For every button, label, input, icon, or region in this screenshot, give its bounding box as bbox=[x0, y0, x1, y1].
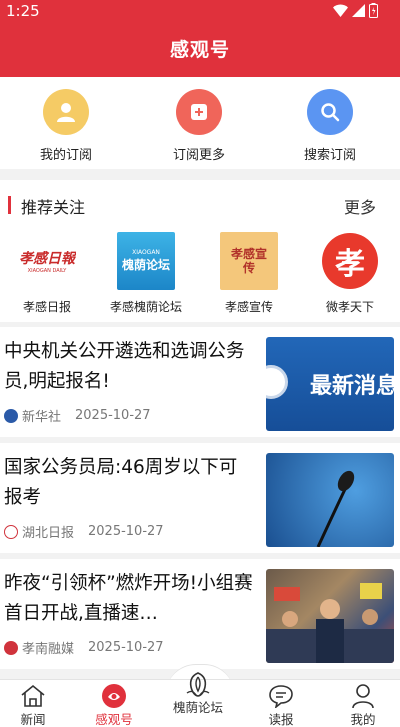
search-subscriptions-label: 搜索订阅 bbox=[303, 148, 356, 163]
bottom-tab-bar: 新闻 感观号 槐荫论坛 读报 我的 bbox=[0, 672, 400, 727]
recommended-account-wei-xiao-tianxia[interactable]: 孝 微孝天下 bbox=[295, 232, 400, 315]
wifi-icon bbox=[333, 4, 348, 17]
tab-read-newspaper[interactable]: 读报 bbox=[241, 680, 321, 727]
newspaper-icon bbox=[241, 680, 321, 708]
news-date: 2025-10-27 bbox=[88, 640, 164, 655]
search-subscriptions-button[interactable]: 搜索订阅 bbox=[275, 89, 385, 163]
news-meta: 湖北日报 2025-10-27 bbox=[4, 522, 164, 541]
account-label: 孝感槐荫论坛 bbox=[109, 300, 182, 314]
tab-label: 新闻 bbox=[20, 712, 46, 727]
recommended-section: 推荐关注 更多 孝感日報 XIAOGAN DAILY 孝感日报 XIAOGAN … bbox=[0, 180, 400, 322]
news-date: 2025-10-27 bbox=[88, 524, 164, 539]
logo-subtext: XIAOGAN DAILY bbox=[27, 268, 67, 274]
account-label: 孝感日报 bbox=[22, 300, 71, 314]
logo-text: 孝感日報 bbox=[19, 251, 75, 267]
account-label: 孝感宣传 bbox=[224, 300, 273, 314]
source-icon bbox=[4, 640, 18, 655]
plus-icon bbox=[176, 89, 222, 135]
status-icons bbox=[333, 3, 378, 18]
status-bar: 1:25 bbox=[0, 0, 400, 24]
battery-icon bbox=[369, 3, 378, 18]
xiaogan-daily-logo: 孝感日報 XIAOGAN DAILY bbox=[18, 232, 76, 290]
forum-icon bbox=[158, 668, 238, 697]
search-icon bbox=[307, 89, 353, 135]
news-item[interactable]: 昨夜“引领杯”燃炸开场!小组赛首日开战,直播速… 孝南融媒 2025-10-27 bbox=[0, 559, 400, 669]
news-headline: 中央机关公开遴选和选调公务员,明起报名! bbox=[4, 341, 245, 392]
crowd-photo bbox=[266, 583, 394, 663]
my-subscriptions-label: 我的订阅 bbox=[39, 148, 92, 163]
news-thumbnail bbox=[266, 453, 394, 547]
section-accent-bar bbox=[8, 196, 11, 214]
news-item[interactable]: 国家公务员局:46周岁以下可报考 湖北日报 2025-10-27 bbox=[0, 443, 400, 553]
tab-label: 感观号 bbox=[95, 712, 133, 727]
more-link[interactable]: 更多 bbox=[344, 194, 376, 218]
thumbnail-text: 最新消息 bbox=[309, 374, 394, 399]
news-source: 湖北日报 bbox=[22, 526, 75, 541]
recommended-title: 推荐关注 bbox=[21, 198, 86, 217]
tab-huaiyin-forum[interactable]: 槐荫论坛 bbox=[158, 672, 238, 727]
signal-icon bbox=[352, 4, 365, 17]
source-icon bbox=[4, 408, 18, 423]
source-icon bbox=[4, 524, 18, 539]
news-thumbnail: 最新消息 bbox=[266, 337, 394, 431]
news-source: 孝南融媒 bbox=[22, 642, 75, 657]
news-item[interactable]: 中央机关公开遴选和选调公务员,明起报名! 新华社 2025-10-27 最新消息 bbox=[0, 327, 400, 437]
news-meta: 新华社 2025-10-27 bbox=[4, 406, 151, 425]
tab-label: 读报 bbox=[268, 712, 294, 727]
recommended-header: 推荐关注 更多 bbox=[0, 192, 400, 218]
home-icon bbox=[0, 680, 73, 708]
news-meta: 孝南融媒 2025-10-27 bbox=[4, 638, 164, 657]
status-time: 1:25 bbox=[6, 2, 40, 20]
page-title: 感观号 bbox=[0, 24, 400, 77]
tab-mine[interactable]: 我的 bbox=[323, 680, 400, 727]
emblem-icon bbox=[266, 365, 288, 399]
news-source: 新华社 bbox=[22, 410, 62, 425]
tab-label: 槐荫论坛 bbox=[172, 700, 223, 715]
user-icon bbox=[43, 89, 89, 135]
logo-subtext: XIAOGAN bbox=[132, 249, 160, 256]
logo-text: 孝感宣传 bbox=[230, 247, 267, 275]
xiaogan-propaganda-logo: 孝感宣传 bbox=[220, 232, 278, 290]
news-headline: 昨夜“引领杯”燃炸开场!小组赛首日开战,直播速… bbox=[4, 573, 253, 624]
logo-text: 孝 bbox=[322, 233, 378, 289]
wei-xiao-tianxia-logo: 孝 bbox=[321, 232, 379, 290]
tab-news[interactable]: 新闻 bbox=[0, 680, 73, 727]
news-thumbnail bbox=[266, 569, 394, 663]
account-label: 微孝天下 bbox=[325, 300, 374, 314]
subscribe-more-label: 订阅更多 bbox=[172, 148, 225, 163]
profile-icon bbox=[323, 680, 400, 709]
recommended-account-huaiyin-forum[interactable]: XIAOGAN 槐荫论坛 孝感槐荫论坛 bbox=[91, 232, 201, 315]
tab-label: 我的 bbox=[350, 712, 376, 727]
microphone-icon bbox=[316, 470, 355, 547]
ganguan-icon bbox=[74, 680, 154, 708]
subscribe-more-button[interactable]: 订阅更多 bbox=[144, 89, 254, 163]
logo-text: 槐荫论坛 bbox=[121, 258, 170, 272]
news-date: 2025-10-27 bbox=[75, 408, 151, 423]
recommended-account-xiaogan-daily[interactable]: 孝感日報 XIAOGAN DAILY 孝感日报 bbox=[0, 232, 102, 315]
my-subscriptions-button[interactable]: 我的订阅 bbox=[11, 89, 121, 163]
tab-ganguanhao[interactable]: 感观号 bbox=[74, 680, 154, 727]
huaiyin-forum-logo: XIAOGAN 槐荫论坛 bbox=[117, 232, 175, 290]
recommended-account-xiaogan-propaganda[interactable]: 孝感宣传 孝感宣传 bbox=[194, 232, 304, 315]
subscription-shortcuts: 我的订阅 订阅更多 搜索订阅 bbox=[0, 77, 400, 169]
news-headline: 国家公务员局:46周岁以下可报考 bbox=[4, 457, 238, 508]
